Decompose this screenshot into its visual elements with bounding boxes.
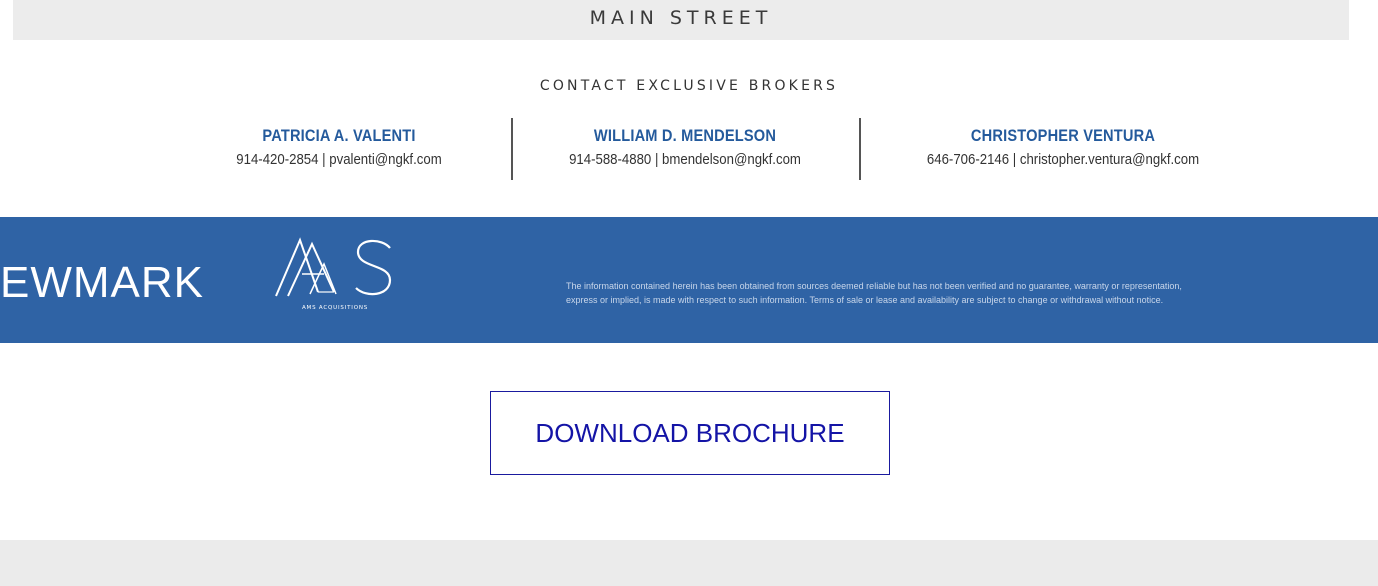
broker-contact-details[interactable]: 914-420-2854 | pvalenti@ngkf.com xyxy=(199,151,479,168)
divider xyxy=(511,118,513,180)
contact-heading: CONTACT EXCLUSIVE BROKERS xyxy=(539,78,839,94)
top-banner: MAIN STREET xyxy=(13,0,1349,40)
bottom-band xyxy=(0,540,1378,586)
broker-contact-details[interactable]: 646-706-2146 | christopher.ventura@ngkf.… xyxy=(886,151,1240,168)
broker-card: PATRICIA A. VALENTI 914-420-2854 | pvale… xyxy=(180,126,498,168)
ams-logo-caption: AMS ACQUISITIONS xyxy=(301,305,369,311)
broker-contact-details[interactable]: 914-588-4880 | bmendelson@ngkf.com xyxy=(540,151,830,168)
broker-name: WILLIAM D. MENDELSON xyxy=(593,126,777,145)
broker-name: PATRICIA A. VALENTI xyxy=(262,126,416,145)
broker-card: CHRISTOPHER VENTURA 646-706-2146 | chris… xyxy=(862,126,1264,168)
ams-logo-icon xyxy=(275,237,392,297)
download-brochure-button[interactable]: DOWNLOAD BROCHURE xyxy=(490,391,890,475)
newmark-brand-text: EWMARK xyxy=(0,258,204,307)
divider xyxy=(859,118,861,180)
disclaimer-line: The information contained herein has bee… xyxy=(566,281,1182,291)
street-title: MAIN STREET xyxy=(589,7,773,29)
broker-name: CHRISTOPHER VENTURA xyxy=(970,126,1156,145)
legal-disclaimer: The information contained herein has bee… xyxy=(566,279,1378,307)
disclaimer-line: express or implied, is made with respect… xyxy=(566,295,1164,305)
broker-card: WILLIAM D. MENDELSON 914-588-4880 | bmen… xyxy=(520,126,850,168)
